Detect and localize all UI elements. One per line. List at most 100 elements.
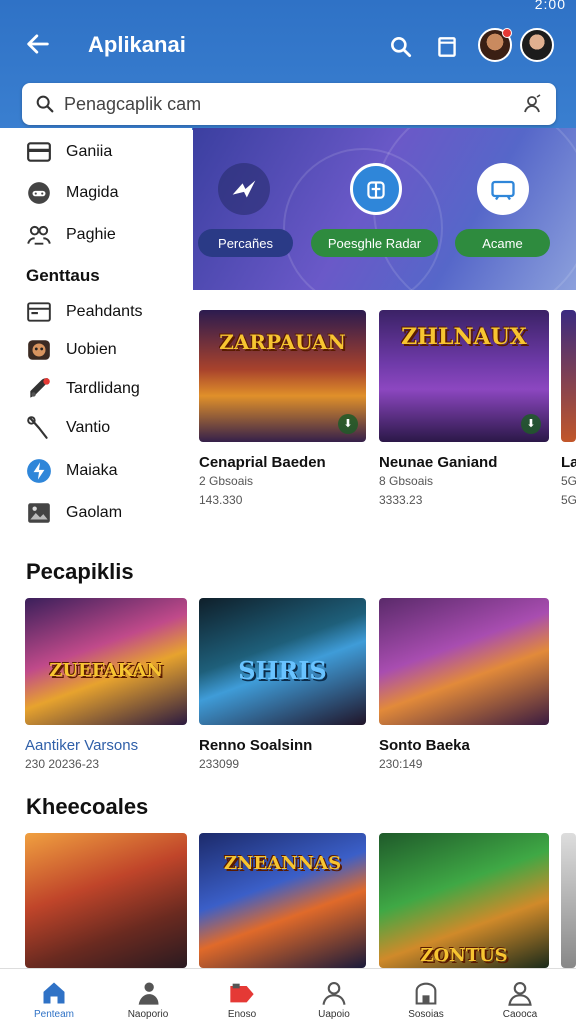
user-icon	[322, 982, 346, 1005]
game-card-meta: 230:149	[379, 757, 423, 771]
banner-pill-0[interactable]: Percañes	[198, 229, 293, 257]
game-card-image[interactable]: ZUEFAKAN	[25, 598, 187, 725]
featured-card-title-2[interactable]: La	[561, 454, 576, 471]
sidebar-item-2[interactable]: Paghie	[26, 220, 116, 250]
featured-card-image-2[interactable]	[561, 310, 576, 442]
nav-label: Uapoio	[318, 1009, 350, 1020]
nav-item-3[interactable]: Uapoio	[286, 975, 382, 1023]
gamepad-icon	[28, 182, 50, 204]
featured-card-image-0[interactable]: ZARPAUAN ⬇	[199, 310, 366, 442]
back-button[interactable]	[24, 30, 56, 62]
tv-icon	[491, 180, 515, 201]
nav-label: Sosoias	[408, 1009, 444, 1020]
game-card-meta: 230 20236-23	[25, 757, 100, 771]
book-icon	[438, 37, 456, 57]
featured-card-title-1[interactable]: Neunae Ganiand	[379, 454, 549, 471]
mask-icon	[28, 340, 50, 360]
sword-icon	[27, 416, 48, 439]
nav-item-2[interactable]: Enoso	[194, 975, 290, 1023]
download-icon: ⬇	[521, 414, 541, 434]
game-art-title: ZUEFAKAN	[49, 660, 163, 681]
sidebar-item-label: Paghie	[66, 226, 116, 243]
sidebar-category-label: Peahdants	[66, 303, 143, 320]
status-time: 2:00	[534, 0, 566, 12]
game-card-meta: 233099	[199, 757, 240, 771]
profile-icon	[508, 982, 532, 1006]
page-title: Aplikanai	[88, 32, 186, 57]
sidebar-item-1[interactable]: Magida	[26, 178, 118, 208]
image-icon	[28, 503, 50, 523]
featured-card-meta-0: 5G	[561, 474, 576, 488]
sidebar: Ganiia Magida Paghie Genttaus Peahdants	[0, 128, 192, 548]
banner-icon-0[interactable]	[218, 163, 270, 215]
card-icon	[27, 142, 51, 162]
store-icon	[415, 982, 437, 1005]
search-icon	[391, 37, 412, 58]
star-shape-icon	[232, 180, 256, 198]
app-header: 2:00 Aplikanai	[0, 0, 576, 130]
game-card-image[interactable]	[379, 598, 549, 725]
game-card-title[interactable]: Aantiker Varsons	[25, 737, 187, 754]
home-icon	[43, 982, 65, 1004]
featured-card-meta-0: 8 Gbsoais	[379, 474, 434, 488]
game-art-title: ZONTUS	[420, 945, 508, 966]
sidebar-category-2[interactable]: Tardlidang	[26, 374, 140, 404]
avatar-secondary[interactable]	[520, 28, 554, 62]
bag-icon	[367, 181, 385, 199]
nav-label: Caooca	[502, 1009, 538, 1020]
game-art-title: ZHLNAUX	[401, 324, 527, 350]
bolt-icon	[27, 459, 51, 483]
person-icon	[138, 982, 159, 1005]
library-button[interactable]	[434, 34, 460, 60]
rocket-icon	[30, 378, 50, 398]
sidebar-category-label: Vantio	[66, 419, 111, 436]
banner-decoration	[373, 128, 576, 290]
sidebar-item-label: Ganiia	[66, 143, 113, 160]
sidebar-item-label: Magida	[66, 184, 119, 201]
promo-banner[interactable]: Percañes Poesghle Radar Acame	[193, 128, 576, 290]
game-card-image[interactable]	[561, 833, 576, 968]
game-card-image[interactable]: SHRIS	[199, 598, 366, 725]
section-title: Kheecoales	[26, 794, 149, 819]
avatar[interactable]	[478, 28, 512, 62]
arrow-left-icon	[27, 34, 49, 54]
banner-pill-1[interactable]: Poesghle Radar	[311, 229, 438, 257]
nav-item-home[interactable]: Penteam	[6, 975, 102, 1023]
featured-card-title-0[interactable]: Cenaprial Baeden	[199, 454, 366, 471]
sidebar-heading: Genttaus	[26, 266, 100, 285]
nav-item-1[interactable]: Naoporio	[100, 975, 196, 1023]
banner-icon-1[interactable]	[350, 163, 402, 215]
search-bar	[22, 83, 556, 125]
search-icon	[36, 95, 54, 113]
sidebar-category-label: Tardlidang	[66, 380, 140, 397]
sidebar-category-5[interactable]: Gaolam	[26, 498, 122, 528]
featured-card-meta-1: 5G	[561, 493, 576, 507]
game-card-title[interactable]: Sonto Baeka	[379, 737, 549, 754]
voice-search-icon[interactable]	[520, 92, 544, 116]
game-card-image[interactable]: ZONTUS	[379, 833, 549, 968]
banner-pill-2[interactable]: Acame	[455, 229, 550, 257]
featured-card-image-1[interactable]: ZHLNAUX ⬇	[379, 310, 549, 442]
nav-label: Naoporio	[127, 1009, 169, 1020]
featured-card-meta-1: 143.330	[199, 493, 243, 507]
search-input[interactable]	[64, 89, 504, 119]
game-card-image[interactable]	[25, 833, 187, 968]
sidebar-item-0[interactable]: Ganiia	[26, 137, 112, 167]
nav-item-5[interactable]: Caooca	[472, 975, 568, 1023]
game-card-title[interactable]: Renno Soalsinn	[199, 737, 366, 754]
sidebar-category-1[interactable]: Uobien	[26, 335, 117, 365]
game-art-title: SHRIS	[238, 656, 327, 685]
bottom-nav: Penteam Naoporio Enoso Uapoio Sosoias Ca…	[0, 968, 576, 1024]
sidebar-category-3[interactable]: Vantio	[26, 413, 110, 443]
nav-item-4[interactable]: Sosoias	[378, 975, 474, 1023]
download-icon: ⬇	[338, 414, 358, 434]
featured-card-meta-1: 3333.23	[379, 493, 423, 507]
sidebar-category-4[interactable]: Maiaka	[26, 456, 118, 486]
game-card-image[interactable]: ZNEANNAS	[199, 833, 366, 968]
sidebar-category-0[interactable]: Peahdants	[26, 297, 143, 327]
search-button[interactable]	[388, 34, 414, 60]
banner-icon-2[interactable]	[477, 163, 529, 215]
game-art-title: ZNEANNAS	[223, 853, 342, 874]
sidebar-category-label: Gaolam	[66, 504, 123, 521]
people-icon	[27, 225, 51, 245]
